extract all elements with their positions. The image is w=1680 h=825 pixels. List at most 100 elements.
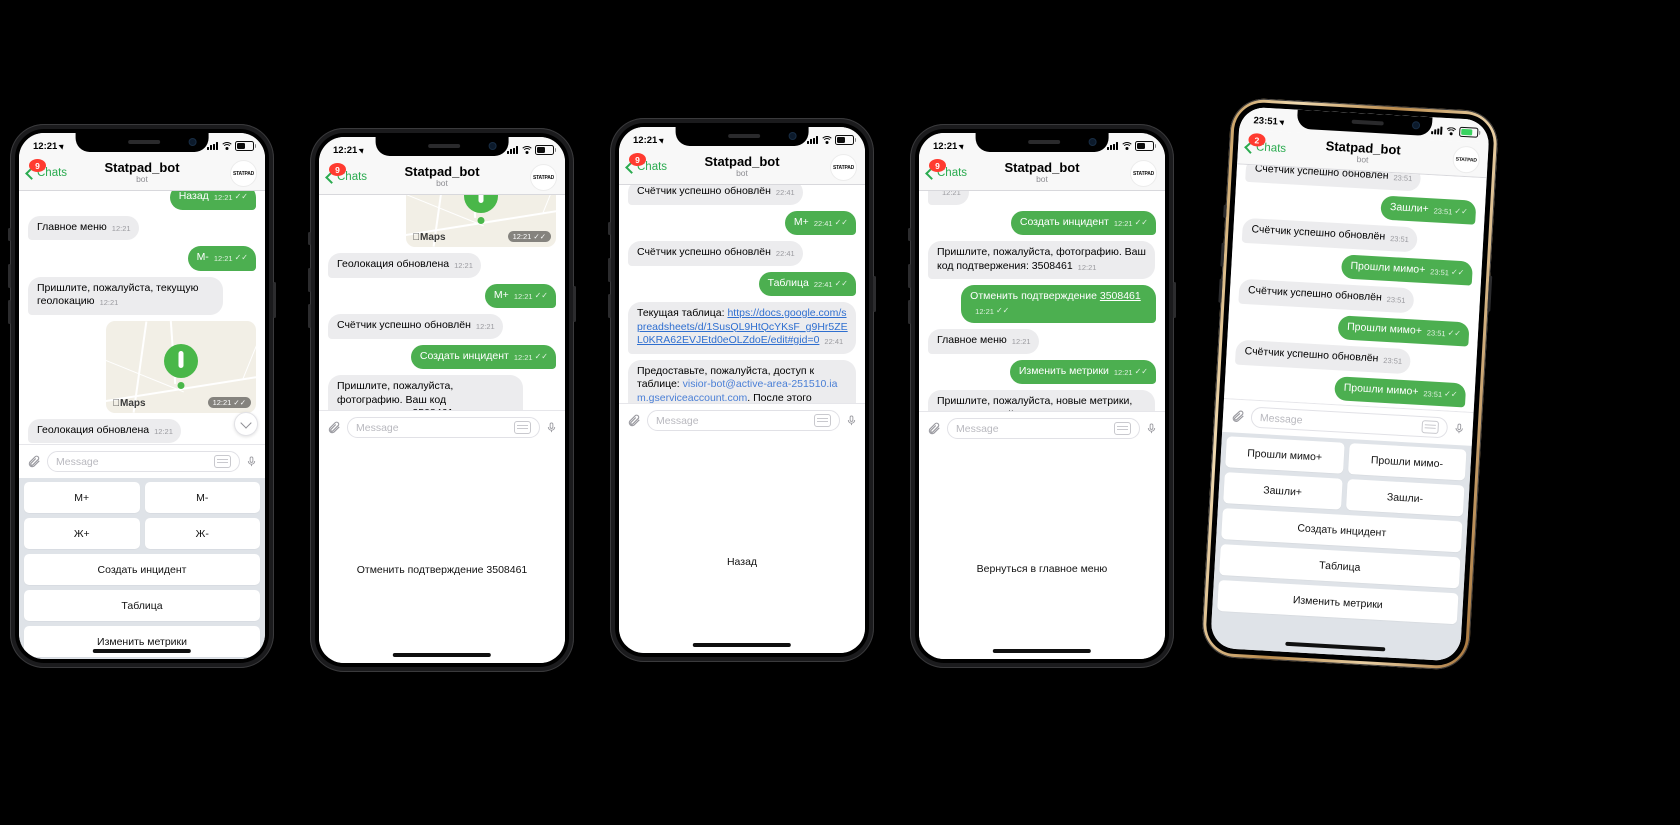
keyboard-button[interactable]: M+ (24, 482, 140, 513)
avatar[interactable]: STATPAD (230, 160, 257, 187)
silent-switch[interactable] (308, 232, 311, 245)
keyboard-button[interactable]: Таблица (24, 590, 260, 621)
microphone-icon[interactable] (546, 420, 557, 435)
confirmation-code[interactable]: 3508461 (1100, 290, 1141, 302)
message-time: 23:51 (1433, 205, 1453, 216)
read-check-icon: ✓✓ (1450, 266, 1465, 277)
avatar-label: STATPAD (1132, 170, 1155, 177)
home-indicator[interactable] (92, 649, 192, 653)
back-to-chats-button[interactable]: 9 Chats (625, 153, 667, 174)
wifi-icon (220, 142, 233, 150)
back-to-chats-button[interactable]: 9 Chats (25, 159, 67, 180)
avatar[interactable]: STATPAD (1130, 160, 1157, 187)
map-attachment[interactable]: Maps 12:21 ✓✓ (105, 320, 256, 413)
home-indicator[interactable] (692, 643, 792, 647)
keyboard-icon[interactable] (814, 414, 831, 427)
volume-down-button[interactable] (908, 300, 911, 324)
silent-switch[interactable] (8, 228, 11, 241)
keyboard-icon[interactable] (1421, 420, 1440, 435)
microphone-icon[interactable] (246, 454, 257, 469)
message-list[interactable]: Счётчик успешно обновлён 22:41 M+ 22:41 ✓✓ … (619, 185, 865, 403)
attach-icon[interactable] (627, 414, 641, 428)
volume-up-button[interactable] (8, 264, 11, 288)
keyboard-button[interactable]: Ж+ (24, 518, 140, 549)
message-text: Создать инцидент (419, 349, 509, 362)
message-input[interactable]: Message (47, 451, 240, 472)
power-button[interactable] (1173, 282, 1176, 318)
volume-up-button[interactable] (1220, 242, 1225, 267)
silent-switch[interactable] (608, 222, 611, 235)
phone-4-screen: 12:21 9 Chats Statpad_bot bot STATPAD 12… (919, 133, 1165, 659)
message-input[interactable]: Message (947, 418, 1140, 439)
volume-up-button[interactable] (608, 258, 611, 282)
keyboard-button[interactable]: Прошли мимо+ (1225, 436, 1345, 474)
power-button[interactable] (873, 276, 876, 312)
scroll-to-bottom-button[interactable] (234, 412, 258, 436)
message-text: Счётчик успешно обновлён (637, 246, 771, 258)
home-indicator[interactable] (392, 653, 492, 657)
avatar[interactable]: STATPAD (830, 154, 857, 181)
message-row: Создать инцидент 12:21 ✓✓ (328, 344, 556, 369)
notch (975, 133, 1109, 152)
keyboard-icon[interactable] (1114, 422, 1131, 435)
map-attachment[interactable]: Maps 12:21 ✓✓ (405, 195, 556, 247)
message-list[interactable]: Maps 12:21 ✓✓ Геолокация обновлена 12:21… (319, 195, 565, 410)
microphone-icon[interactable] (846, 413, 857, 428)
volume-up-button[interactable] (908, 264, 911, 288)
read-check-icon: ✓✓ (1454, 206, 1469, 216)
volume-down-button[interactable] (308, 304, 311, 328)
back-to-chats-button[interactable]: 9 Chats (925, 159, 967, 180)
microphone-icon[interactable] (1146, 421, 1157, 436)
message-row: M+ 12:21 ✓✓ (328, 283, 556, 308)
silent-switch[interactable] (1223, 204, 1227, 218)
read-check-icon: ✓✓ (234, 253, 248, 262)
volume-up-button[interactable] (308, 268, 311, 292)
avatar[interactable]: STATPAD (530, 164, 557, 191)
home-indicator[interactable] (992, 649, 1092, 653)
panel-center-label[interactable]: Назад (727, 556, 757, 568)
keyboard-button[interactable]: Зашли- (1345, 478, 1465, 517)
status-time: 12:21 (633, 134, 658, 146)
power-button[interactable] (273, 282, 276, 318)
attach-icon[interactable] (1231, 409, 1246, 424)
message-text: Главное меню (937, 334, 1007, 346)
back-to-chats-button[interactable]: 9 Chats (325, 163, 367, 184)
keyboard-button[interactable]: Прошли мимо- (1347, 443, 1467, 481)
message-list[interactable]: Счётчик успешно обновлён 23:51 Зашли+ 23:5… (1224, 164, 1487, 412)
silent-switch[interactable] (908, 228, 911, 241)
back-to-chats-button[interactable]: 2 Chats (1244, 132, 1286, 155)
keyboard-button[interactable]: Изменить метрики (1217, 579, 1459, 625)
keyboard-button[interactable]: Ж- (144, 518, 260, 549)
avatar[interactable]: STATPAD (1451, 145, 1481, 174)
panel-center-label[interactable]: Отменить подтверждение 3508461 (357, 564, 528, 576)
message-bubble: Пришлите, пожалуйста, фотографию. Ваш ко… (928, 241, 1155, 279)
message-row: Отменить подтверждение 3508461 12:21 ✓✓ (928, 285, 1156, 323)
volume-down-button[interactable] (8, 300, 11, 324)
power-button[interactable] (1487, 275, 1493, 312)
attach-icon[interactable] (927, 422, 941, 436)
message-time: 12:21 (1011, 337, 1031, 346)
message-bubble: Пришлите, пожалуйста, новые метрики, каж… (928, 390, 1155, 411)
keyboard-button[interactable]: Зашли+ (1223, 472, 1343, 510)
message-time: 12:21 (458, 408, 477, 410)
keyboard-icon[interactable] (214, 455, 231, 468)
keyboard-button[interactable]: M- (144, 482, 260, 513)
message-bubble: Счётчик успешно обновлён 22:41 (628, 241, 803, 266)
message-input[interactable]: Message (347, 417, 540, 438)
microphone-icon[interactable] (1453, 421, 1465, 437)
attach-icon[interactable] (327, 421, 341, 435)
keyboard-button[interactable]: Создать инцидент (24, 554, 260, 585)
message-input[interactable]: Message (1250, 406, 1449, 439)
attach-icon[interactable] (27, 455, 41, 469)
cellular-signal-icon (507, 146, 518, 154)
message-list[interactable]: 12:21 Создать инцидент 12:21 ✓✓ Пришлите, … (919, 191, 1165, 411)
message-list[interactable]: Назад 12:21 ✓✓ Главное меню 12:21 M- 12:21 ✓✓… (19, 191, 265, 444)
message-input[interactable]: Message (647, 410, 840, 431)
keyboard-icon[interactable] (514, 421, 531, 434)
message-text: Прошли мимо+ (1350, 259, 1426, 276)
volume-down-button[interactable] (608, 294, 611, 318)
power-button[interactable] (573, 286, 576, 322)
panel-center-label[interactable]: Вернуться в главное меню (977, 563, 1108, 575)
battery-icon (235, 140, 257, 152)
volume-down-button[interactable] (1218, 278, 1223, 303)
